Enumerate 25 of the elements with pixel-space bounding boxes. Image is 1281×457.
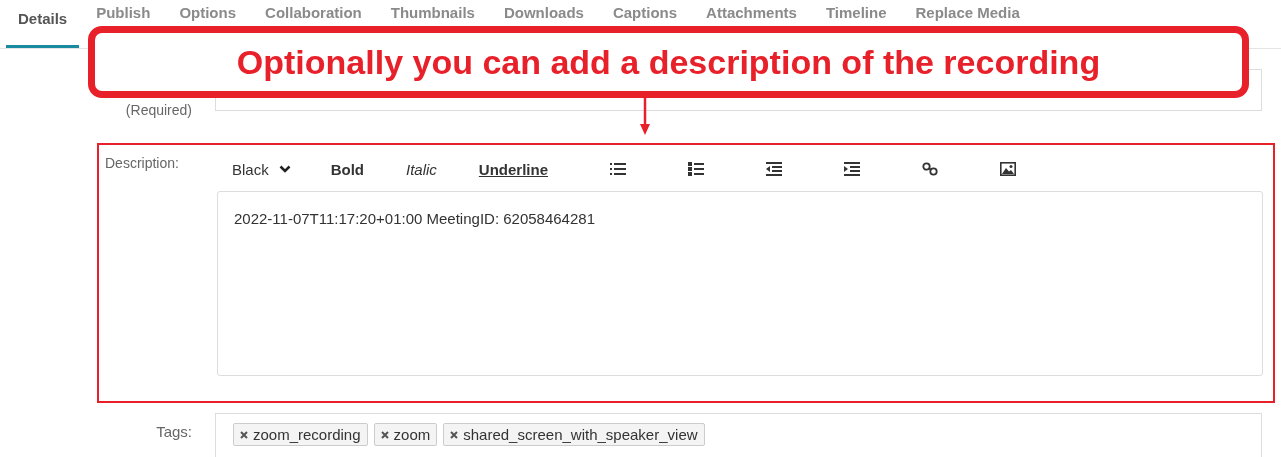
format-button[interactable]: Italic (406, 156, 437, 182)
link-button[interactable] (920, 160, 941, 178)
description-text: 2022-11-07T11:17:20+01:00 MeetingID: 62058464281 (234, 210, 595, 227)
chevron-down-icon (278, 165, 291, 173)
tags-field[interactable]: zoom_recording zoom shared_screen_with_speaker_view (215, 413, 1262, 457)
color-select[interactable]: Black (232, 156, 291, 182)
description-editor[interactable]: 2022-11-07T11:17:20+01:00 MeetingID: 62058464281 (217, 191, 1263, 376)
remove-icon[interactable] (380, 430, 389, 439)
remove-icon[interactable] (450, 430, 459, 439)
tag-chip[interactable]: zoom_recording (233, 423, 368, 446)
numbered-list-button[interactable] (686, 160, 707, 178)
callout-text: Optionally you can add a description of the recording (236, 42, 1101, 82)
field-label: (Required) (124, 102, 192, 118)
field-label: Tags: (155, 423, 192, 440)
bulleted-list-button[interactable] (608, 160, 629, 178)
tab[interactable]: Details (6, 0, 80, 48)
format-button[interactable]: Bold (330, 156, 364, 182)
tag-chip[interactable]: zoom (373, 423, 438, 446)
field-label: Description: (105, 155, 180, 171)
image-button[interactable] (998, 160, 1019, 178)
indent-button[interactable] (842, 160, 863, 178)
tag-chip[interactable]: shared_screen_with_speaker_view (443, 423, 705, 446)
format-button[interactable]: Underline (478, 156, 549, 182)
remove-icon[interactable] (240, 430, 248, 439)
outdent-button[interactable] (764, 160, 785, 178)
